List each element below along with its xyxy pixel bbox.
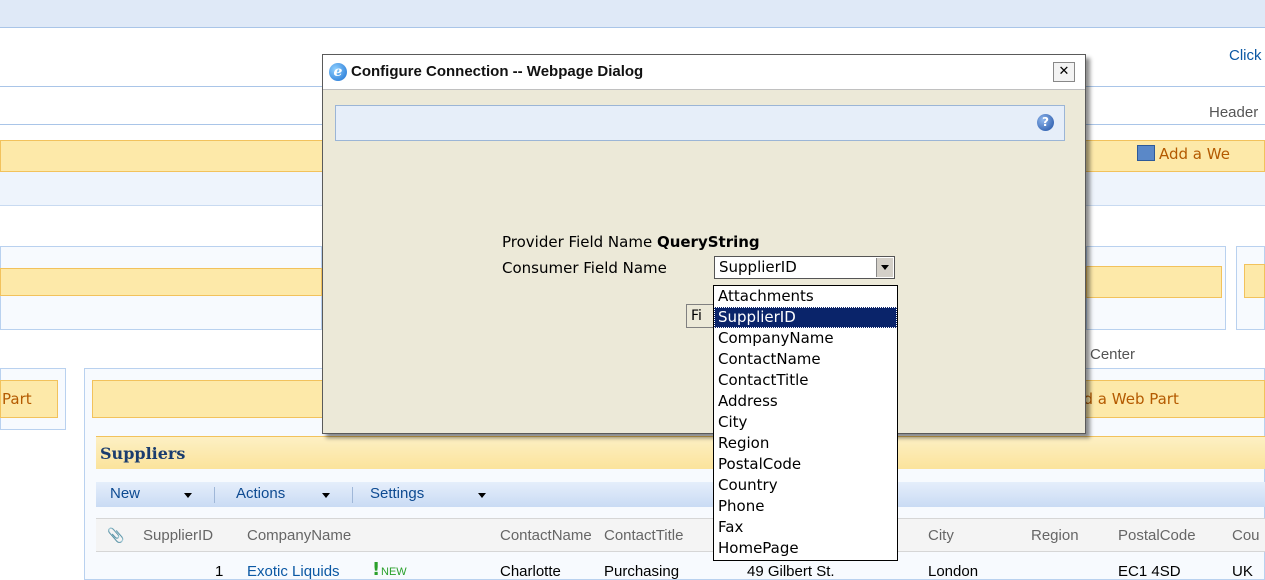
new-menu-arrow-icon[interactable] — [184, 493, 192, 498]
column-header-postalcode[interactable]: PostalCode — [1118, 527, 1196, 544]
dropdown-option[interactable]: SupplierID — [714, 307, 897, 328]
header-label: Header — [1209, 104, 1259, 121]
actions-menu[interactable]: Actions — [236, 485, 285, 502]
actions-menu-arrow-icon[interactable] — [322, 493, 330, 498]
new-badge: NEW — [381, 566, 407, 578]
dropdown-option[interactable]: City — [714, 412, 897, 433]
cell-city: London — [928, 563, 979, 580]
provider-field-name-label: Provider Field Name — [502, 233, 653, 251]
column-header-companyname[interactable]: CompanyName — [247, 527, 351, 544]
column-header-city[interactable]: City — [928, 527, 954, 544]
dropdown-option[interactable]: Address — [714, 391, 897, 412]
left-zone-bar — [0, 268, 322, 296]
top-blue-strip — [0, 0, 1265, 28]
cell-address: 49 Gilbert St. — [747, 563, 835, 580]
left-part-label[interactable]: Part — [2, 390, 32, 408]
dropdown-option[interactable]: Fax — [714, 517, 897, 538]
help-icon[interactable]: ? — [1037, 114, 1054, 131]
select-arrow-icon[interactable] — [876, 258, 893, 277]
provider-field-value: QueryString — [656, 233, 760, 251]
column-header-contactname[interactable]: ContactName — [500, 527, 592, 544]
consumer-field-select[interactable]: SupplierID — [714, 256, 895, 279]
consumer-field-label: Consumer Field Name — [502, 259, 667, 277]
provider-field-label: Provider Field Name QueryString — [502, 233, 760, 251]
add-web-part-top[interactable]: Add a We — [1137, 145, 1230, 163]
dropdown-option[interactable]: Region — [714, 433, 897, 454]
column-header-region[interactable]: Region — [1031, 527, 1079, 544]
new-item-icon: ! — [372, 559, 381, 580]
far-right-zone-bar — [1244, 264, 1265, 298]
cell-postalcode: EC1 4SD — [1118, 563, 1181, 580]
cell-company-link[interactable]: Exotic Liquids — [247, 563, 340, 580]
cell-country: UK — [1232, 563, 1253, 580]
dialog-titlebar: e Configure Connection -- Webpage Dialog… — [323, 55, 1085, 90]
settings-menu-arrow-icon[interactable] — [478, 493, 486, 498]
cell-contacttitle: Purchasing — [604, 563, 680, 580]
close-button[interactable]: ✕ — [1053, 62, 1075, 82]
consumer-field-dropdown[interactable]: Attachments SupplierID CompanyName ContactN… — [713, 285, 898, 561]
cell-supplierid: 1 — [215, 563, 224, 580]
dropdown-option[interactable]: CompanyName — [714, 328, 897, 349]
right-zone-bar — [1086, 266, 1222, 298]
add-web-part-top-label: Add a We — [1159, 145, 1230, 163]
list-toolbar: New Actions Settings — [96, 482, 1265, 507]
top-right-link[interactable]: Click — [1229, 47, 1262, 64]
column-header-contacttitle[interactable]: ContactTitle — [604, 527, 683, 544]
cell-contactname: Charlotte — [500, 563, 561, 580]
dropdown-option[interactable]: ContactName — [714, 349, 897, 370]
column-header-supplierid[interactable]: SupplierID — [143, 527, 213, 544]
finish-button[interactable]: Fi — [686, 304, 716, 328]
dropdown-option[interactable]: ContactTitle — [714, 370, 897, 391]
new-menu[interactable]: New — [110, 485, 140, 502]
list-title-bar: Suppliers — [96, 436, 1265, 469]
toolbar-separator — [214, 487, 215, 503]
column-header-country[interactable]: Cou — [1232, 527, 1260, 544]
dropdown-option[interactable]: HomePage — [714, 538, 897, 559]
toolbar-separator — [352, 487, 353, 503]
add-web-part-icon — [1137, 145, 1155, 161]
attachment-icon: 📎 — [107, 528, 125, 544]
internet-explorer-icon: e — [329, 63, 347, 81]
add-web-part-center[interactable]: dd a Web Part — [1074, 390, 1179, 408]
dropdown-option[interactable]: Country — [714, 475, 897, 496]
dropdown-option[interactable]: Attachments — [714, 286, 897, 307]
center-label: Center — [1090, 346, 1136, 363]
dialog-header-bar: ? — [335, 105, 1065, 141]
list-title[interactable]: Suppliers — [100, 444, 185, 463]
dropdown-option[interactable]: Phone — [714, 496, 897, 517]
dialog-title: Configure Connection -- Webpage Dialog — [351, 63, 644, 80]
consumer-field-selected: SupplierID — [719, 258, 797, 276]
dropdown-option[interactable]: PostalCode — [714, 454, 897, 475]
settings-menu[interactable]: Settings — [370, 485, 424, 502]
